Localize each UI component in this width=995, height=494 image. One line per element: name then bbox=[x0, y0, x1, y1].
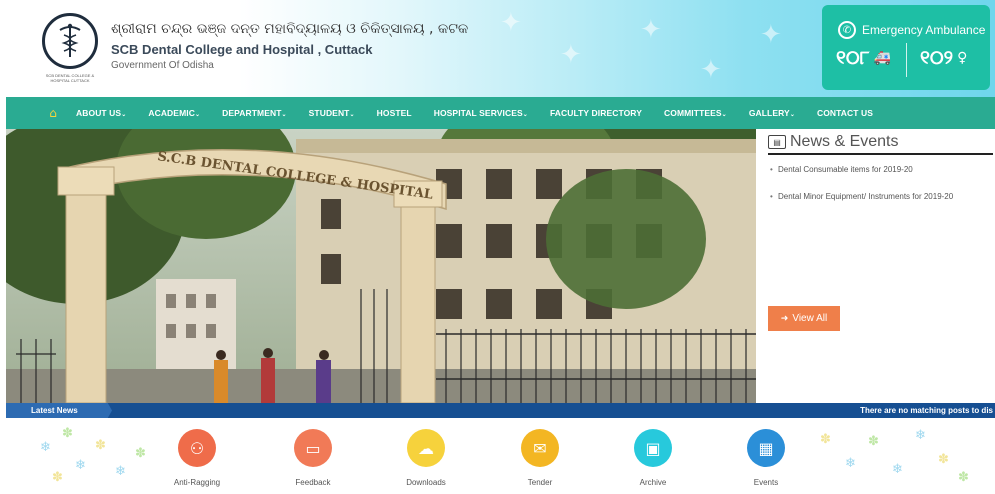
monitor-icon: ▭ bbox=[294, 429, 332, 467]
newspaper-icon: ▤ bbox=[768, 135, 786, 149]
calendar-icon: ▦ bbox=[747, 429, 785, 467]
site-subtitle: Government Of Odisha bbox=[111, 60, 214, 71]
emergency-number-108[interactable]: ୧୦୮ 🚑 bbox=[836, 47, 891, 69]
latest-news-ticker: Latest News There are no matching posts … bbox=[6, 403, 995, 418]
home-icon[interactable]: ⌂ bbox=[40, 106, 66, 120]
snowflake-decor: ❄ bbox=[115, 464, 126, 479]
chevron-down-icon: ⌄ bbox=[121, 112, 127, 118]
quick-link-tender[interactable]: ✉ Tender bbox=[500, 429, 580, 487]
decor-sparkle: ✦ bbox=[760, 20, 782, 50]
phone-icon: ✆ bbox=[838, 21, 856, 39]
number-108: ୧୦୮ bbox=[836, 47, 870, 69]
nav-contact-us[interactable]: CONTACT US bbox=[817, 108, 873, 118]
nav-academic[interactable]: ACADEMIC⌄ bbox=[148, 108, 200, 118]
envelope-icon: ✉ bbox=[521, 429, 559, 467]
decor-sparkle: ✦ bbox=[500, 8, 522, 38]
quick-link-label: Anti-Ragging bbox=[173, 478, 221, 487]
site-title: SCB Dental College and Hospital , Cuttac… bbox=[111, 42, 373, 57]
snowflake-decor: ✽ bbox=[938, 452, 949, 467]
chevron-down-icon: ⌄ bbox=[349, 112, 355, 118]
snowflake-decor: ✽ bbox=[95, 438, 106, 453]
chevron-down-icon: ⌄ bbox=[281, 112, 287, 118]
divider bbox=[768, 153, 993, 155]
snowflake-decor: ❄ bbox=[75, 458, 86, 473]
snowflake-decor: ❄ bbox=[845, 456, 856, 471]
pregnant-woman-icon: ♀ bbox=[957, 50, 968, 66]
logo-caption: SCB DENTAL COLLEGE & HOSPITAL CUTTACK bbox=[45, 73, 95, 83]
emergency-label: Emergency Ambulance bbox=[862, 23, 986, 37]
snowflake-decor: ✽ bbox=[52, 470, 63, 485]
caduceus-icon bbox=[59, 23, 81, 57]
snowflake-decor: ✽ bbox=[62, 426, 73, 441]
main-navigation: ⌂ ABOUT US⌄ ACADEMIC⌄ DEPARTMENT⌄ STUDEN… bbox=[6, 97, 995, 129]
quick-link-archive[interactable]: ▣ Archive bbox=[613, 429, 693, 487]
nav-hostel[interactable]: HOSTEL bbox=[377, 108, 412, 118]
nav-student[interactable]: STUDENT⌄ bbox=[309, 108, 355, 118]
quick-link-label: Feedback bbox=[295, 478, 331, 487]
quick-link-anti-ragging[interactable]: ⚇ Anti-Ragging bbox=[157, 429, 237, 487]
people-icon: ⚇ bbox=[178, 429, 216, 467]
cloud-icon: ☁ bbox=[407, 429, 445, 467]
nav-about-us[interactable]: ABOUT US⌄ bbox=[76, 108, 126, 118]
emergency-label-row: ✆ Emergency Ambulance bbox=[838, 21, 985, 39]
decor-sparkle: ✦ bbox=[640, 15, 662, 45]
nav-gallery[interactable]: GALLERY⌄ bbox=[749, 108, 795, 118]
divider bbox=[906, 43, 907, 77]
nav-faculty-directory[interactable]: FACULTY DIRECTORY bbox=[550, 108, 642, 118]
nav-department[interactable]: DEPARTMENT⌄ bbox=[222, 108, 287, 118]
quick-link-label: Events bbox=[753, 478, 779, 487]
snowflake-decor: ✽ bbox=[820, 432, 831, 447]
snowflake-decor: ✽ bbox=[958, 470, 969, 485]
ambulance-icon: 🚑 bbox=[873, 50, 892, 66]
news-events-panel: ▤ News & Events Dental Consumable items … bbox=[756, 129, 995, 403]
quick-link-events[interactable]: ▦ Events bbox=[726, 429, 806, 487]
hero-banner-image: S.C.B DENTAL COLLEGE & HOSPITAL bbox=[6, 129, 756, 403]
latest-news-label: Latest News bbox=[6, 403, 112, 418]
nav-hospital-services[interactable]: HOSPITAL SERVICES⌄ bbox=[434, 108, 528, 118]
view-all-button[interactable]: ➜ View All bbox=[768, 306, 840, 331]
snowflake-decor: ❄ bbox=[892, 462, 903, 477]
chevron-down-icon: ⌄ bbox=[522, 112, 528, 118]
quick-link-label: Tender bbox=[527, 478, 553, 487]
emergency-ambulance-box: ✆ Emergency Ambulance ୧୦୮ 🚑 ୧୦୨ ♀ bbox=[822, 5, 990, 90]
nav-committees[interactable]: COMMITTEES⌄ bbox=[664, 108, 727, 118]
snowflake-decor: ✽ bbox=[868, 434, 879, 449]
decor-sparkle: ✦ bbox=[560, 40, 582, 70]
college-logo[interactable] bbox=[42, 13, 98, 69]
site-header: ✦ ✦ ✦ ✦ ✦ SCB DENTAL COLLEGE & HOSPITAL … bbox=[0, 0, 995, 97]
snowflake-decor: ❄ bbox=[915, 428, 926, 443]
news-item[interactable]: Dental Consumable items for 2019-20 bbox=[770, 165, 913, 174]
arrow-circle-icon: ➜ bbox=[780, 313, 789, 324]
news-heading-row: ▤ News & Events bbox=[768, 133, 898, 151]
snowflake-decor: ✽ bbox=[135, 446, 146, 461]
quick-link-downloads[interactable]: ☁ Downloads bbox=[386, 429, 466, 487]
chevron-down-icon: ⌄ bbox=[194, 112, 201, 118]
emergency-number-102[interactable]: ୧୦୨ ♀ bbox=[920, 47, 967, 69]
news-item[interactable]: Dental Minor Equipment/ Instruments for … bbox=[770, 192, 953, 201]
site-title-odia: ଶ୍ରୀରାମ ଚନ୍ଦ୍ର ଭଞ୍ଜ ଦନ୍ତ ମହାବିଦ୍ୟାଳୟ ଓ ଚ… bbox=[111, 21, 469, 37]
snowflake-decor: ❄ bbox=[40, 440, 51, 455]
document-icon: ▣ bbox=[634, 429, 672, 467]
view-all-label: View All bbox=[792, 313, 828, 324]
chevron-down-icon: ⌄ bbox=[721, 112, 727, 118]
quick-link-feedback[interactable]: ▭ Feedback bbox=[273, 429, 353, 487]
chevron-down-icon: ⌄ bbox=[789, 112, 795, 118]
quick-link-label: Archive bbox=[639, 478, 667, 487]
news-heading: News & Events bbox=[790, 133, 899, 150]
campus-photo: S.C.B DENTAL COLLEGE & HOSPITAL bbox=[6, 129, 756, 403]
quick-link-label: Downloads bbox=[406, 478, 446, 487]
number-102: ୧୦୨ bbox=[920, 47, 954, 69]
ticker-message[interactable]: There are no matching posts to dis bbox=[860, 406, 993, 415]
quick-links-bar: ❄ ✽ ❄ ✽ ❄ ✽ ✽ ✽ ❄ ✽ ❄ ❄ ✽ ✽ ⚇ Anti-Raggi… bbox=[0, 418, 995, 494]
decor-sparkle: ✦ bbox=[700, 55, 722, 85]
